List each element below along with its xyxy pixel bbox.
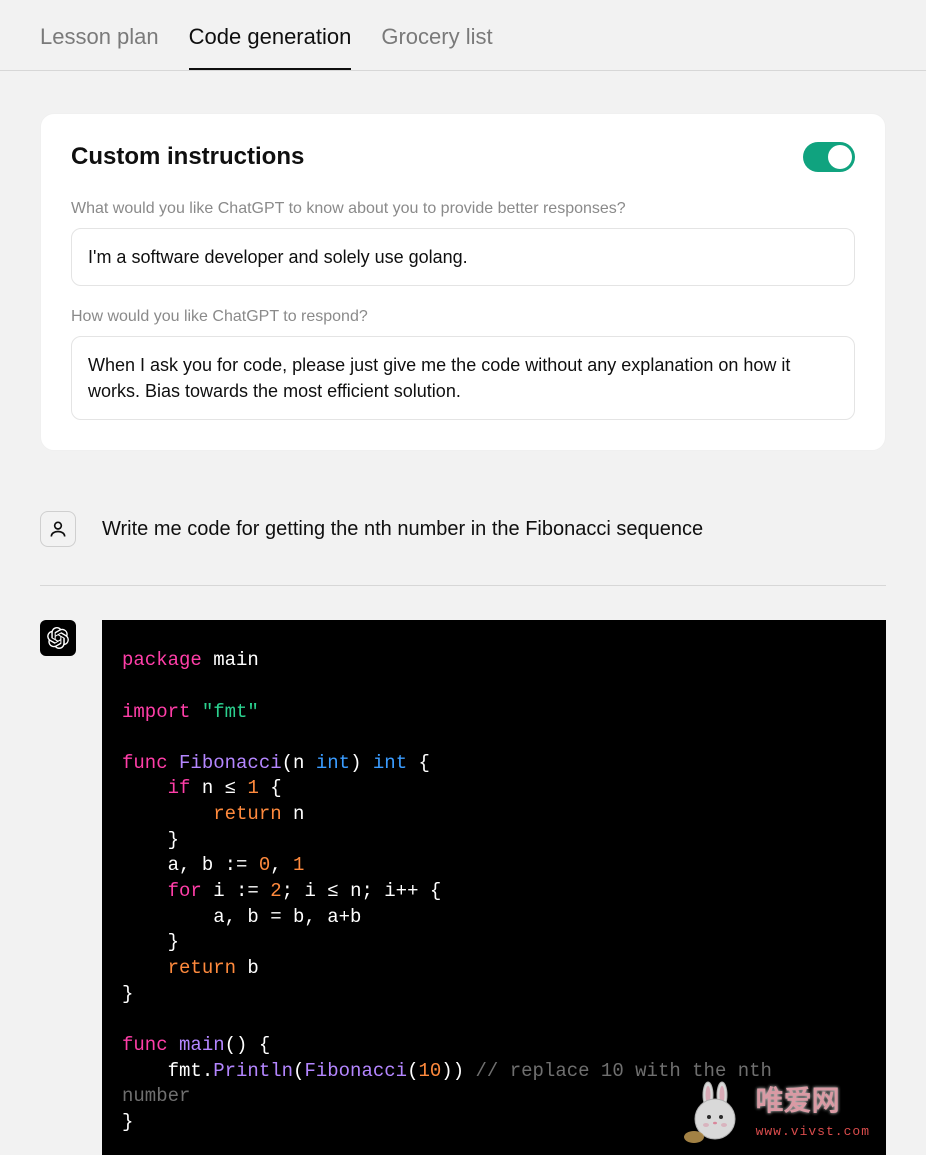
tabs-bar: Lesson plan Code generation Grocery list — [0, 0, 926, 71]
tab-code-generation[interactable]: Code generation — [189, 24, 352, 70]
code-block[interactable]: package main import "fmt" func Fibonacci… — [102, 620, 886, 1155]
user-avatar — [40, 511, 76, 547]
user-message-text: Write me code for getting the nth number… — [102, 518, 703, 541]
field-group-respond: How would you like ChatGPT to respond? W… — [71, 308, 855, 420]
field-input-about-you[interactable]: I'm a software developer and solely use … — [71, 228, 855, 286]
field-label-about-you: What would you like ChatGPT to know abou… — [71, 200, 855, 218]
custom-instructions-card: Custom instructions What would you like … — [40, 113, 886, 451]
tab-grocery-list[interactable]: Grocery list — [381, 24, 492, 70]
tab-lesson-plan[interactable]: Lesson plan — [40, 24, 159, 70]
user-message-row: Write me code for getting the nth number… — [40, 511, 886, 586]
card-header: Custom instructions — [71, 142, 855, 172]
user-icon — [48, 519, 68, 539]
custom-instructions-toggle[interactable] — [803, 142, 855, 172]
ai-avatar — [40, 620, 76, 656]
code-content: package main import "fmt" func Fibonacci… — [122, 648, 866, 1135]
field-input-respond[interactable]: When I ask you for code, please just giv… — [71, 336, 855, 420]
field-group-about-you: What would you like ChatGPT to know abou… — [71, 200, 855, 286]
ai-message-row: package main import "fmt" func Fibonacci… — [40, 620, 886, 1155]
field-label-respond: How would you like ChatGPT to respond? — [71, 308, 855, 326]
card-title: Custom instructions — [71, 143, 304, 171]
openai-icon — [47, 627, 69, 649]
toggle-knob — [828, 145, 852, 169]
